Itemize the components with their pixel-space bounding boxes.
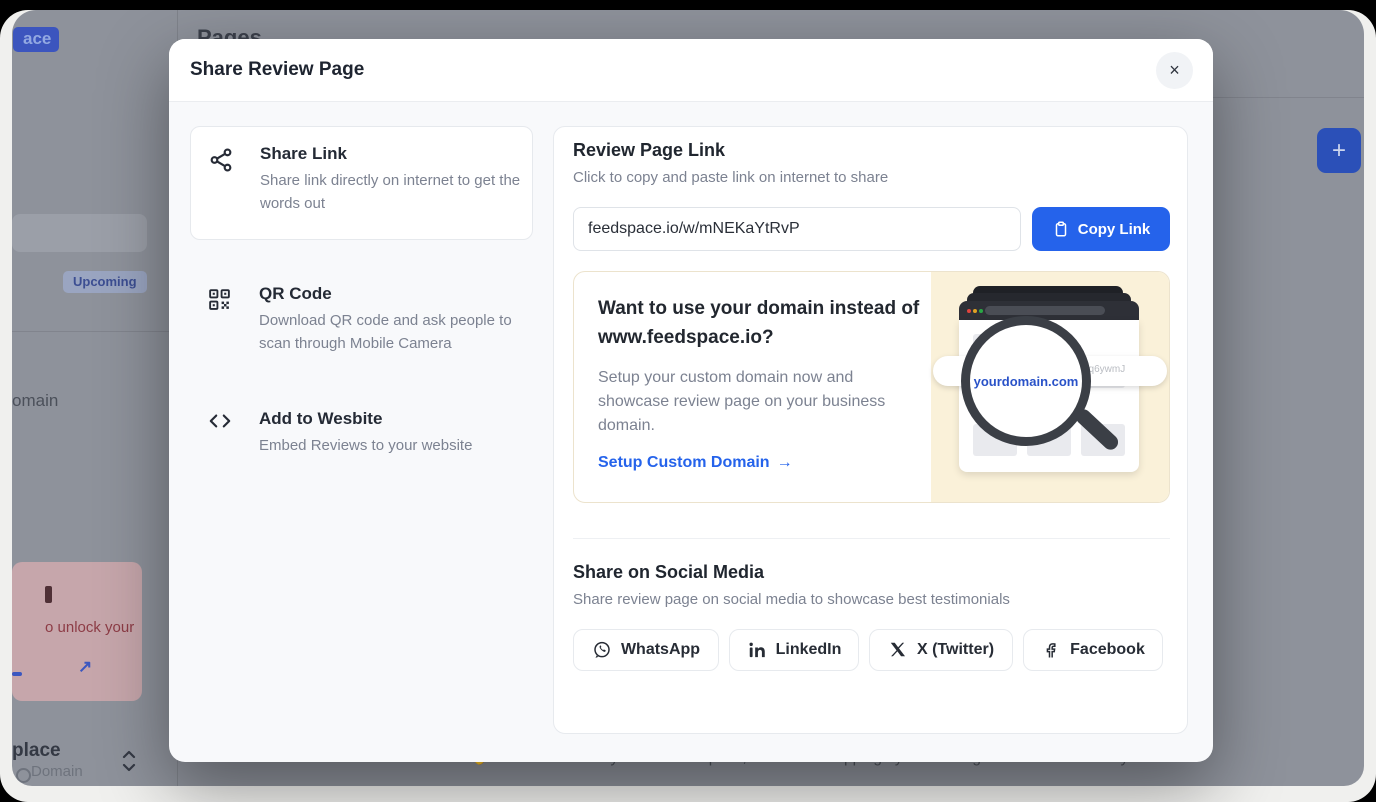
- share-icon: [208, 147, 234, 173]
- upcoming-badge: Upcoming: [63, 271, 147, 293]
- x-twitter-label: X (Twitter): [917, 641, 994, 659]
- setup-custom-domain-link[interactable]: Setup Custom Domain →: [598, 454, 793, 472]
- linkedin-label: LinkedIn: [776, 641, 842, 659]
- background-upgrade-card: o unlock your ↗: [12, 562, 142, 701]
- tab-qr-code[interactable]: QR Code Download QR code and ask people …: [190, 267, 533, 367]
- custom-domain-text: Want to use your domain instead of www.f…: [574, 272, 931, 502]
- workspace-favicon-circle: [16, 768, 31, 783]
- modal-header: Share Review Page ×: [169, 39, 1213, 102]
- traffic-dot-red: [967, 309, 971, 313]
- background-sidebar-section-divider: [12, 331, 177, 332]
- modal-title: Share Review Page: [190, 59, 364, 81]
- facebook-icon: [1041, 640, 1061, 660]
- arrow-right-icon: →: [777, 454, 793, 472]
- whatsapp-button[interactable]: WhatsApp: [573, 629, 719, 671]
- social-media-subtitle: Share review page on social media to sho…: [573, 591, 1010, 608]
- feedspace-logo-partial: ace: [13, 27, 59, 52]
- facebook-button[interactable]: Facebook: [1023, 629, 1163, 671]
- qr-code-icon: [207, 287, 233, 313]
- background-upgrade-text-partial: o unlock your: [45, 619, 134, 636]
- linkedin-icon: [747, 640, 767, 660]
- illustration-browser-header: [959, 301, 1139, 320]
- clipboard-icon: [1052, 220, 1070, 238]
- tab-add-to-website[interactable]: Add to Wesbite Embed Reviews to your web…: [190, 392, 533, 462]
- background-upgrade-link-fragment: [12, 672, 22, 676]
- x-twitter-button[interactable]: X (Twitter): [869, 629, 1013, 671]
- workspace-domain-partial: Domain: [31, 763, 83, 780]
- workspace-switcher-chevrons-icon[interactable]: [120, 748, 138, 774]
- custom-domain-title: Want to use your domain instead of www.f…: [598, 295, 928, 352]
- custom-domain-card: Want to use your domain instead of www.f…: [573, 271, 1170, 503]
- tab-title: Add to Wesbite: [259, 409, 517, 429]
- section-divider: [573, 538, 1170, 539]
- custom-domain-description: Setup your custom domain now and showcas…: [598, 366, 898, 438]
- yourdomain-label: yourdomain.com: [974, 374, 1079, 389]
- background-domain-label-partial: omain: [12, 391, 58, 411]
- tab-description: Download QR code and ask people to scan …: [259, 309, 543, 356]
- copy-link-button[interactable]: Copy Link: [1032, 207, 1170, 251]
- review-page-link-title: Review Page Link: [573, 140, 725, 161]
- magnifier-lens: yourdomain.com: [961, 316, 1091, 446]
- background-sidebar-pill: [12, 214, 147, 252]
- custom-domain-illustration: 4q6ywmJ yourdomain.com: [931, 272, 1169, 502]
- copy-link-label: Copy Link: [1078, 221, 1151, 238]
- workspace-name-partial: place: [12, 740, 61, 762]
- background-upgrade-title-fragment: [45, 586, 52, 603]
- close-button[interactable]: ×: [1156, 52, 1193, 89]
- illustration-dark-urlbar: [985, 306, 1105, 315]
- close-icon: ×: [1169, 60, 1180, 81]
- code-icon: [207, 408, 233, 434]
- tab-share-link[interactable]: Share Link Share link directly on intern…: [190, 126, 533, 240]
- tab-title: QR Code: [259, 284, 517, 304]
- setup-custom-domain-label: Setup Custom Domain: [598, 454, 770, 472]
- add-page-button[interactable]: +: [1317, 128, 1361, 173]
- facebook-label: Facebook: [1070, 641, 1145, 659]
- traffic-dot-green: [979, 309, 983, 313]
- linkedin-button[interactable]: LinkedIn: [729, 629, 859, 671]
- whatsapp-label: WhatsApp: [621, 641, 700, 659]
- x-twitter-icon: [888, 640, 908, 660]
- tab-description: Share link directly on internet to get t…: [260, 169, 522, 216]
- screenshot-root: ace Pages + Upcoming omain o unlock your…: [0, 0, 1376, 802]
- share-link-panel: Review Page Link Click to copy and paste…: [553, 126, 1188, 734]
- tab-description: Embed Reviews to your website: [259, 434, 543, 457]
- external-link-icon[interactable]: ↗: [78, 657, 92, 677]
- review-page-link-subtitle: Click to copy and paste link on internet…: [573, 169, 888, 186]
- share-review-page-modal: Share Review Page × Share Link Share lin…: [169, 39, 1213, 762]
- social-media-title: Share on Social Media: [573, 562, 764, 583]
- traffic-dot-yellow: [973, 309, 977, 313]
- social-buttons-row: WhatsApp LinkedIn: [573, 629, 1163, 671]
- review-link-input[interactable]: [573, 207, 1021, 251]
- background-header-divider: [1213, 97, 1364, 98]
- whatsapp-icon: [592, 640, 612, 660]
- tab-title: Share Link: [260, 144, 516, 164]
